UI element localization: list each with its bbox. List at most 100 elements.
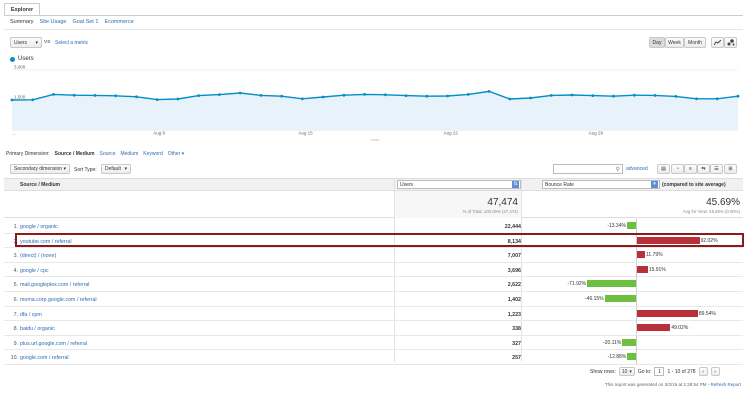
data-point: [301, 97, 304, 101]
source-medium-link[interactable]: google.com / referral: [20, 355, 69, 361]
primary-dimension-label: Primary Dimension:: [6, 151, 50, 157]
chevron-down-icon: ▾: [651, 181, 658, 188]
users-column-select[interactable]: Users ⇅: [397, 180, 521, 189]
users-value: 1,402: [507, 297, 521, 303]
bounce-label: 89.54%: [698, 310, 716, 317]
line-chart-icon[interactable]: [711, 37, 724, 48]
data-point: [114, 94, 118, 98]
zero-line: [636, 277, 637, 292]
table-row: 7. dfa / cpm 1,223 89.54%: [4, 306, 743, 322]
pagination: Show rows: 10 ▾ Go to: 1 1 - 10 of 278 ‹ …: [590, 367, 720, 376]
bounce-label: 15.91%: [648, 266, 666, 273]
next-page-icon[interactable]: ›: [710, 367, 720, 376]
table-row: 3. (direct) / (none) 7,007 11.79%: [4, 248, 743, 263]
month-button[interactable]: Month: [684, 37, 706, 48]
sort-type-label: Sort Type:: [74, 167, 97, 173]
data-point: [736, 94, 740, 98]
primary-dimension-bar: Primary Dimension: Source / Medium Sourc…: [6, 151, 184, 157]
row-number: 9.: [13, 340, 18, 347]
page-range: 1 - 10 of 278: [667, 368, 696, 375]
users-value: 22,444: [504, 224, 521, 230]
bounce-label: -13.34%: [607, 223, 626, 229]
data-table-icon[interactable]: ▤: [657, 164, 670, 174]
bounce-label: -20.11%: [603, 339, 622, 346]
table-search-input[interactable]: ⚲: [553, 164, 623, 174]
secondary-dimension-dropdown[interactable]: Secondary dimension ▾: [10, 164, 70, 174]
goto-input[interactable]: 1: [654, 367, 665, 376]
data-point: [31, 98, 35, 102]
source-medium-link[interactable]: mail.googleplex.com / referral: [20, 282, 89, 288]
subtab-summary[interactable]: Summary: [10, 19, 34, 25]
x-tick-label: Aug 15: [298, 131, 313, 136]
users-area: [12, 91, 738, 130]
source-medium-link[interactable]: google / organic: [20, 224, 58, 230]
dim-source[interactable]: Source: [100, 151, 116, 157]
row-number: 4.: [13, 267, 18, 274]
data-point: [446, 94, 449, 98]
bounce-bar-cell: 11.79%: [523, 248, 743, 263]
motion-chart-icon[interactable]: [724, 37, 737, 48]
bounce-column-select[interactable]: Bounce Rate ▾: [542, 180, 660, 189]
users-value: 2,622: [507, 282, 521, 289]
pie-chart-icon[interactable]: ◔: [671, 164, 684, 174]
data-point: [570, 93, 574, 97]
subtab-goal-set[interactable]: Goal Set 1: [72, 19, 98, 25]
subtab-ecommerce[interactable]: Ecommerce: [104, 19, 133, 25]
performance-icon[interactable]: ≡: [684, 164, 697, 174]
data-point: [10, 98, 14, 102]
show-rows-select[interactable]: 10 ▾: [618, 367, 635, 376]
bounce-bar-cell: -13.34%: [523, 219, 743, 233]
data-point: [321, 95, 325, 99]
col-source-header[interactable]: Source / Medium: [20, 182, 60, 188]
users-value: 3,696: [507, 267, 521, 274]
bounce-bar: [622, 338, 636, 346]
x-tick-label: Aug 8: [153, 131, 165, 136]
bounce-column-label: Bounce Rate: [545, 182, 574, 188]
source-medium-link[interactable]: baidu / organic: [20, 326, 55, 332]
source-medium-link[interactable]: plus.url.google.com / referral: [20, 341, 87, 347]
table-row: 1. google / organic 22,444 -13.34%: [4, 219, 743, 234]
prev-page-icon[interactable]: ‹: [698, 367, 708, 376]
dim-keyword[interactable]: Keyword: [143, 151, 162, 157]
bounce-label: 11.79%: [646, 252, 663, 259]
bounce-avg-sub: Avg for View: 45.69% (0.00%): [682, 209, 740, 214]
legend-label: Users: [18, 56, 34, 62]
sort-type-dropdown[interactable]: Default ▾: [101, 164, 131, 174]
metric-dropdown[interactable]: Users ▾: [10, 37, 42, 48]
select-metric-link[interactable]: Select a metric: [55, 40, 88, 46]
bounce-bar-cell: -12.88%: [523, 350, 743, 365]
bounce-bar-cell: 15.91%: [523, 262, 743, 277]
data-point: [383, 93, 387, 97]
refresh-report-link[interactable]: Refresh Report: [710, 382, 741, 387]
zero-line: [636, 350, 637, 365]
row-number: 7.: [13, 311, 18, 318]
dim-source-medium[interactable]: Source / Medium: [55, 151, 95, 157]
table-row: 6. moma.corp.google.com / referral 1,402 -4…: [4, 292, 743, 307]
row-number: 10.: [10, 355, 18, 362]
day-button[interactable]: Day: [649, 37, 665, 48]
advanced-link[interactable]: advanced: [626, 166, 648, 172]
dim-other[interactable]: Other ▾: [168, 151, 184, 157]
data-point: [155, 98, 159, 101]
dim-medium[interactable]: Medium: [120, 151, 138, 157]
comparison-icon[interactable]: ⇆: [697, 164, 710, 174]
zero-line: [636, 219, 637, 233]
users-value: 1,223: [507, 311, 521, 318]
source-medium-link[interactable]: dfa / cpm: [20, 312, 42, 318]
data-point: [176, 97, 180, 101]
y-tick-label: 3,000: [14, 65, 26, 70]
data-point: [591, 94, 595, 97]
bounce-bar: [626, 222, 636, 229]
pivot-icon[interactable]: ⊞: [724, 164, 737, 174]
data-point: [695, 97, 698, 101]
source-medium-link[interactable]: (direct) / (none): [20, 253, 56, 259]
week-button[interactable]: Week: [665, 37, 684, 48]
data-point: [612, 94, 615, 98]
term-cloud-icon[interactable]: ☰: [710, 164, 723, 174]
source-medium-link[interactable]: moma.corp.google.com / referral: [20, 297, 97, 303]
data-point: [280, 94, 284, 98]
source-medium-link[interactable]: google / cpc: [20, 268, 49, 274]
subtab-site-usage[interactable]: Site Usage: [40, 19, 67, 25]
row-number: 6.: [13, 297, 18, 303]
legend-dot-icon: [10, 56, 15, 62]
